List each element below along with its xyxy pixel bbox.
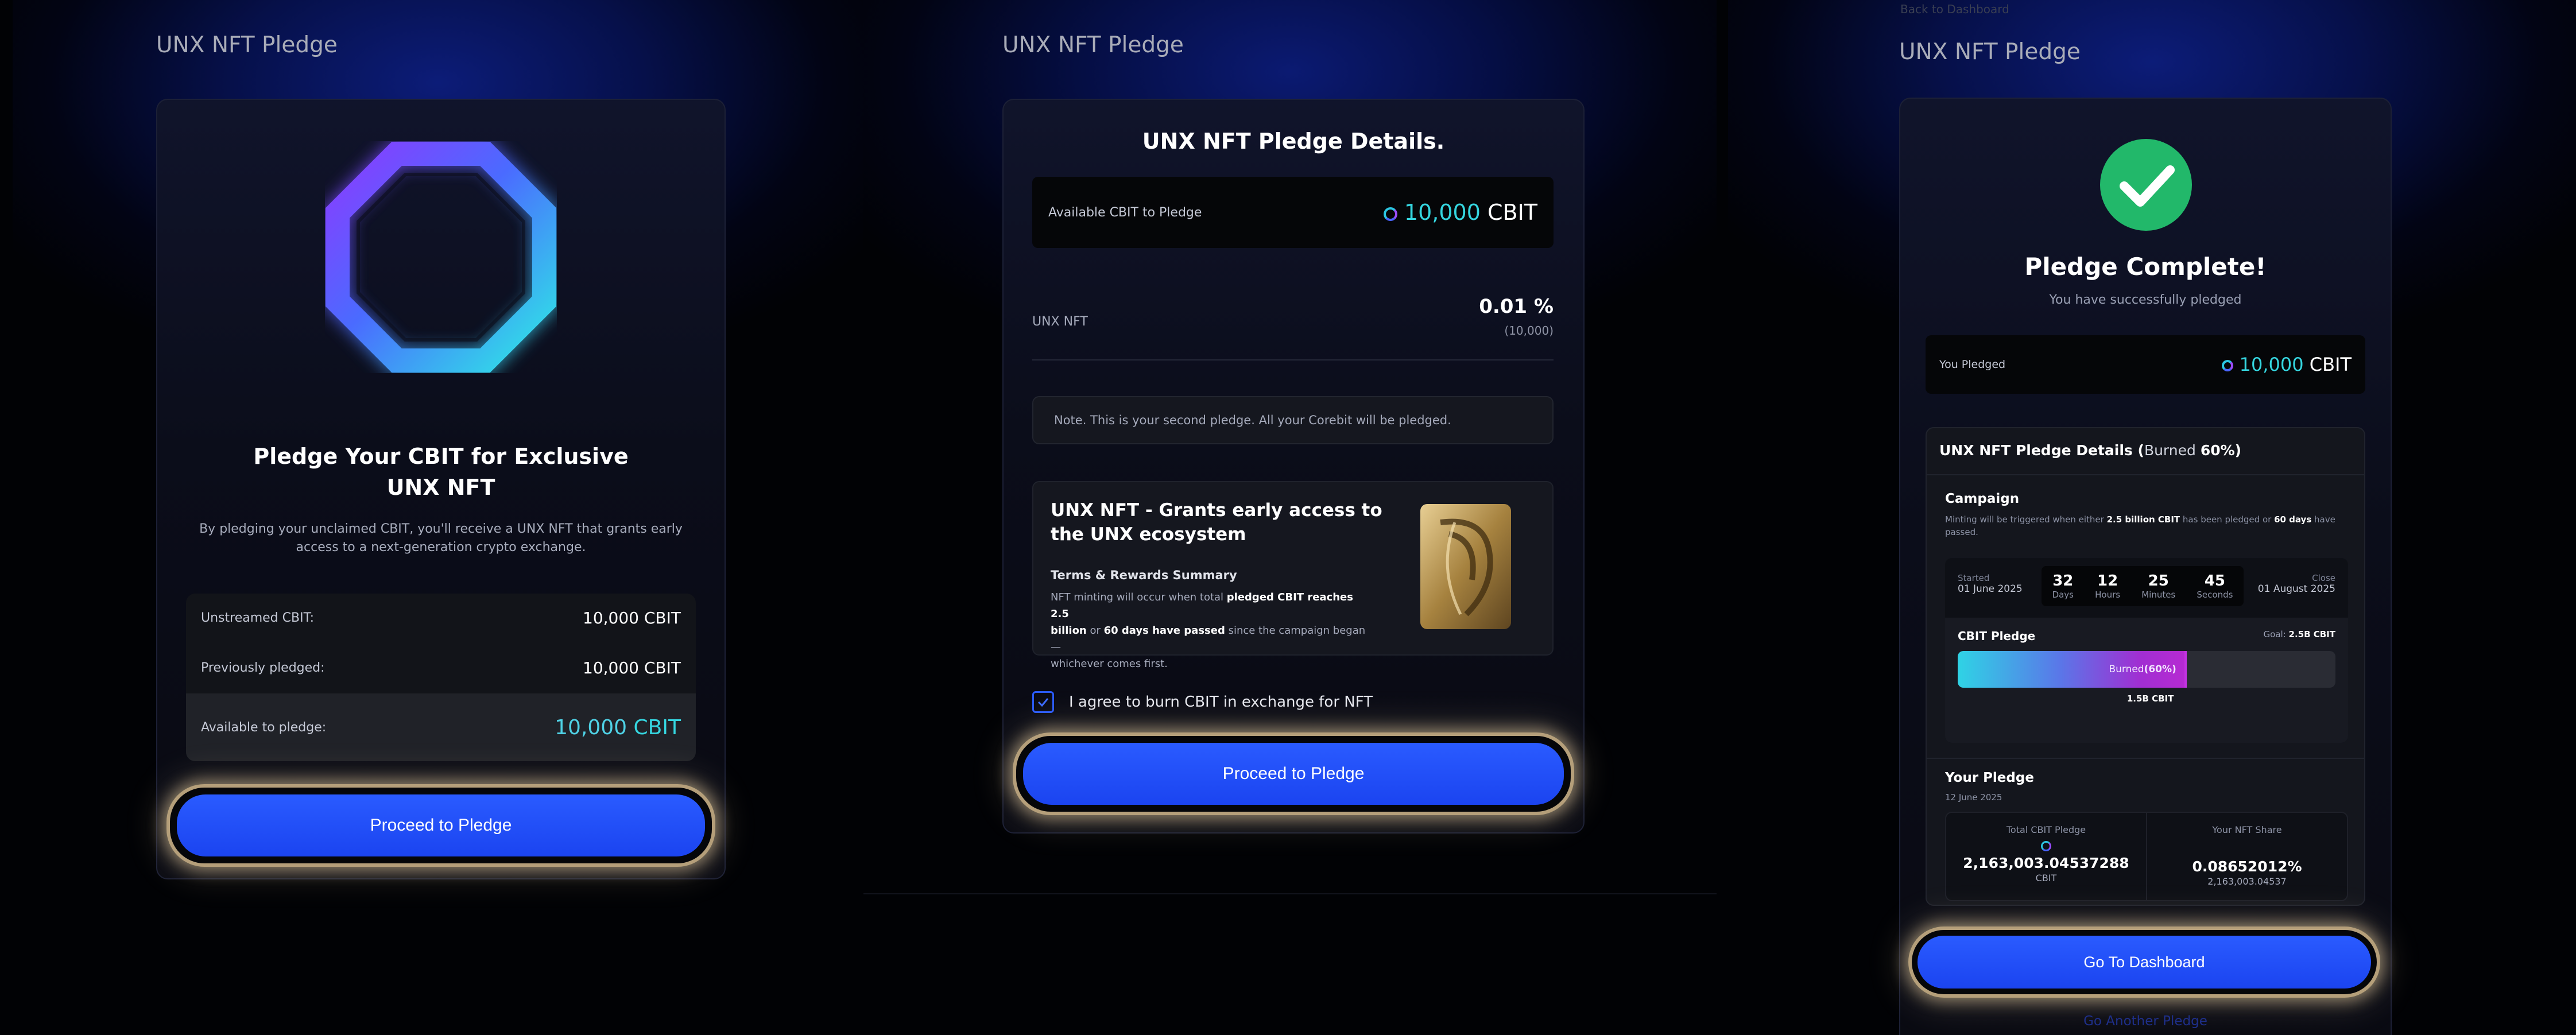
countdown-timer: 32 Days 12 Hours 25 Minutes 45 Seconds	[2042, 566, 2244, 606]
details-card: UNX NFT Pledge Details. Available CBIT t…	[1002, 99, 1585, 834]
available-value: 10,000 CBIT	[555, 715, 681, 739]
dashboard-button-glow: Go To Dashboard	[1912, 930, 2377, 994]
check-icon	[1037, 698, 1049, 707]
proceed-to-pledge-button[interactable]: Proceed to Pledge	[177, 794, 705, 856]
nft-share-row: UNX NFT 0.01 % (10,000)	[1032, 295, 1554, 360]
details-heading: UNX NFT Pledge Details.	[1142, 129, 1445, 154]
page-title: UNX NFT Pledge	[1899, 39, 2081, 65]
proceed-button-glow: Proceed to Pledge	[170, 788, 712, 863]
octagon-logo-icon	[325, 141, 557, 373]
page-title: UNX NFT Pledge	[156, 32, 338, 58]
nft-share: Your NFT Share 0.08652012% 2,163,003.045…	[2192, 824, 2302, 887]
previously-pledged-row: Previously pledged: 10,000 CBIT	[201, 658, 681, 677]
token-icon	[2041, 840, 2051, 851]
nft-promo-box: UNX NFT - Grants early access to the UNX…	[1032, 481, 1554, 670]
summary-table: Unstreamed CBIT: 10,000 CBIT Previously …	[186, 594, 696, 761]
step3-panel: Back to Dashboard UNX NFT Pledge Pledge …	[1728, 0, 2576, 1035]
campaign-text: Minting will be triggered when either 2.…	[1945, 514, 2335, 537]
proceed-to-pledge-button[interactable]: Proceed to Pledge	[1023, 743, 1564, 805]
note-box: Note. This is your second pledge. All yo…	[1032, 396, 1554, 444]
terms-text: NFT minting will occur when total pledge…	[1051, 591, 1366, 670]
back-to-dashboard-link[interactable]: Back to Dashboard	[1900, 2, 2009, 16]
unstreamed-row: Unstreamed CBIT: 10,000 CBIT	[201, 608, 681, 627]
complete-card: Pledge Complete! You have successfully p…	[1899, 98, 2392, 1035]
success-check-icon	[2100, 139, 2192, 231]
campaign-box: Started 01 June 2025 32 Days 12 Hours 25 Mi…	[1945, 558, 2348, 743]
description: By pledging your unclaimed CBIT, you'll …	[199, 522, 683, 555]
your-pledge-box: Total CBIT Pledge 2,163,003.04537288 CBI…	[1945, 812, 2348, 901]
proceed-button-glow: Proceed to Pledge	[1016, 736, 1571, 812]
agree-row: I agree to burn CBIT in exchange for NFT	[1032, 691, 1373, 713]
pledge-details-section: UNX NFT Pledge Details (Burned 60%) Camp…	[1926, 427, 2365, 906]
go-to-dashboard-button[interactable]: Go To Dashboard	[1918, 936, 2371, 989]
page-title: UNX NFT Pledge	[1002, 32, 1184, 58]
pledge-card: Pledge Your CBIT for Exclusive UNX NFT B…	[156, 99, 726, 879]
you-pledged-value: 10,000 CBIT	[2222, 354, 2352, 375]
step1-panel: UNX NFT Pledge Pledge Your CBIT for Excl…	[13, 0, 863, 1035]
you-pledged-box: You Pledged 10,000 CBIT	[1926, 335, 2365, 394]
complete-subtitle: You have successfully pledged	[2049, 293, 2242, 307]
total-cbit-pledge: Total CBIT Pledge 2,163,003.04537288 CBI…	[1946, 813, 2147, 900]
step2-panel: UNX NFT Pledge UNX NFT Pledge Details. A…	[863, 0, 1717, 894]
progress-label: Burned (60%)	[2109, 664, 2176, 675]
go-another-pledge-link[interactable]: Go Another Pledge	[1900, 1014, 2391, 1029]
nft-card-image	[1420, 504, 1511, 629]
token-icon	[1383, 207, 1397, 221]
agree-checkbox[interactable]	[1032, 691, 1054, 713]
token-icon	[2222, 360, 2234, 371]
pledge-progress-bar: Burned (60%)	[1958, 651, 2335, 688]
headline: Pledge Your CBIT for Exclusive UNX NFT	[253, 444, 629, 500]
progress-marker: 1.5B CBIT	[2126, 693, 2174, 704]
details-title: UNX NFT Pledge Details (Burned 60%)	[1939, 442, 2242, 459]
available-cbit-box: Available CBIT to Pledge 10,000 CBIT	[1032, 177, 1554, 248]
available-cbit-value: 10,000 CBIT	[1383, 200, 1537, 225]
available-row: Available to pledge: 10,000 CBIT	[186, 693, 696, 761]
complete-title: Pledge Complete!	[2024, 253, 2267, 281]
